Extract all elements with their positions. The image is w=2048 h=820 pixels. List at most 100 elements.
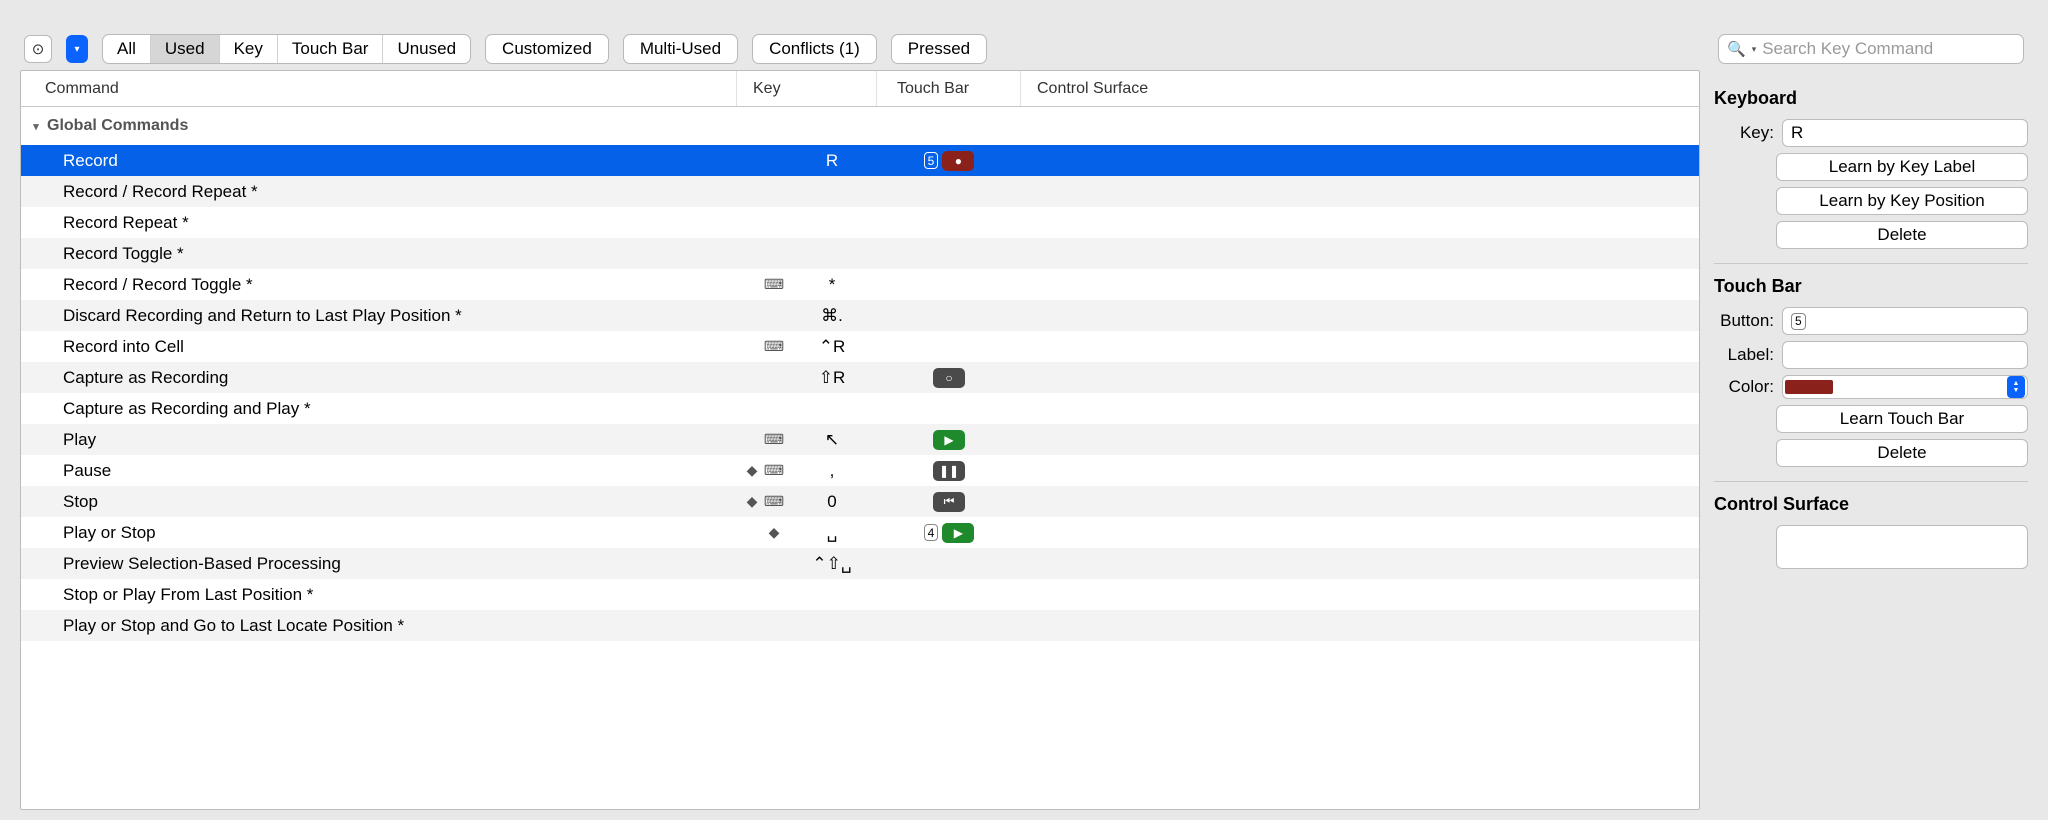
disclosure-triangle-icon[interactable]: ▾	[29, 120, 43, 133]
touchbar-cell: 5●	[877, 151, 1021, 171]
tb-color-field[interactable]: ▲▼	[1782, 375, 2028, 399]
key-value: R	[787, 151, 877, 171]
section-controlsurface-title: Control Surface	[1714, 494, 2028, 515]
keyboard-delete-button[interactable]: Delete	[1776, 221, 2028, 249]
filter-pill-customized[interactable]: Customized	[485, 34, 609, 64]
filter-pill-conflicts-1-[interactable]: Conflicts (1)	[752, 34, 877, 64]
options-menu-icon[interactable]: ⊙	[24, 35, 52, 63]
filter-pill-multi-used[interactable]: Multi-Used	[623, 34, 738, 64]
layers-icon: ◆	[743, 463, 761, 479]
keyboard-icon: ⌨	[765, 432, 783, 448]
key-value: ⌃⇧␣	[787, 554, 877, 574]
command-row[interactable]: Record Repeat *	[21, 207, 1699, 238]
key-indicators: ◆⌨	[737, 494, 787, 510]
touchbar-button-icon: ●	[942, 151, 974, 171]
command-name: Capture as Recording and Play *	[21, 399, 737, 419]
command-row[interactable]: Preview Selection-Based Processing⌃⇧␣	[21, 548, 1699, 579]
key-indicators: ◆⌨	[737, 463, 787, 479]
keyboard-icon: ⌨	[765, 463, 783, 479]
touchbar-cell: ⏮	[877, 492, 1021, 512]
group-header[interactable]: ▾ Global Commands	[21, 107, 1699, 145]
touchbar-button-icon: ○	[933, 368, 965, 388]
touchbar-cell: ❚❚	[877, 461, 1021, 481]
filter-unused[interactable]: Unused	[382, 35, 470, 63]
command-name: Record / Record Repeat *	[21, 182, 737, 202]
touchbar-slot-badge: 4	[924, 524, 939, 541]
learn-by-key-label-button[interactable]: Learn by Key Label	[1776, 153, 2028, 181]
command-row[interactable]: Play or Stop and Go to Last Locate Posit…	[21, 610, 1699, 641]
command-row[interactable]: RecordR5●	[21, 145, 1699, 176]
command-name: Discard Recording and Return to Last Pla…	[21, 306, 737, 326]
command-name: Play or Stop and Go to Last Locate Posit…	[21, 616, 737, 636]
touchbar-cell: ○	[877, 368, 1021, 388]
touchbar-button-icon: ▶	[942, 523, 974, 543]
usage-filter-seg: AllUsedKeyTouch BarUnused	[102, 34, 471, 64]
search-input[interactable]	[1762, 39, 2015, 59]
touchbar-button-icon: ▶	[933, 430, 965, 450]
color-swatch	[1785, 380, 1833, 394]
touchbar-button-icon: ⏮	[933, 492, 965, 512]
command-row[interactable]: Play⌨↖▶	[21, 424, 1699, 455]
tb-button-field[interactable]: 5	[1782, 307, 2028, 335]
tb-color-label: Color:	[1714, 377, 1782, 397]
key-value: 0	[787, 492, 877, 512]
dropdown-button[interactable]: ▾	[66, 35, 88, 63]
commands-table: Command Key Touch Bar Control Surface ▾ …	[20, 70, 1700, 810]
command-row[interactable]: Pause◆⌨,❚❚	[21, 455, 1699, 486]
filter-touch-bar[interactable]: Touch Bar	[277, 35, 383, 63]
key-value: ␣	[787, 523, 877, 543]
inspector-panel: Keyboard Key: Learn by Key Label Learn b…	[1714, 70, 2028, 810]
touchbar-slot-badge: 5	[924, 152, 939, 169]
command-name: Record / Record Toggle *	[21, 275, 737, 295]
touchbar-cell: ▶	[877, 430, 1021, 450]
touchbar-delete-button[interactable]: Delete	[1776, 439, 2028, 467]
controlsurface-assignment-box[interactable]	[1776, 525, 2028, 569]
command-row[interactable]: Stop or Play From Last Position *	[21, 579, 1699, 610]
color-stepper-icon[interactable]: ▲▼	[2007, 376, 2025, 398]
filter-pill-pressed[interactable]: Pressed	[891, 34, 987, 64]
col-controlsurface[interactable]: Control Surface	[1021, 71, 1699, 106]
filter-key[interactable]: Key	[219, 35, 277, 63]
tb-label-input[interactable]	[1782, 341, 2028, 369]
key-value: ⌃R	[787, 337, 877, 357]
keyboard-icon: ⌨	[765, 339, 783, 355]
command-row[interactable]: Record into Cell ⌨⌃R	[21, 331, 1699, 362]
command-name: Play or Stop	[21, 523, 737, 543]
layers-icon: ◆	[765, 525, 783, 541]
col-command[interactable]: Command	[21, 71, 737, 106]
learn-touch-bar-button[interactable]: Learn Touch Bar	[1776, 405, 2028, 433]
col-key[interactable]: Key	[737, 71, 877, 106]
command-row[interactable]: Record / Record Toggle *⌨*	[21, 269, 1699, 300]
search-icon: 🔍	[1727, 40, 1746, 58]
command-row[interactable]: Stop◆⌨0 ⏮	[21, 486, 1699, 517]
command-name: Stop	[21, 492, 737, 512]
key-value: ⇧R	[787, 368, 877, 388]
key-label: Key:	[1714, 123, 1782, 143]
filter-all[interactable]: All	[103, 35, 150, 63]
key-input[interactable]	[1782, 119, 2028, 147]
tb-button-badge: 5	[1791, 313, 1806, 330]
filter-used[interactable]: Used	[150, 35, 219, 63]
command-row[interactable]: Record / Record Repeat *	[21, 176, 1699, 207]
group-title: Global Commands	[47, 117, 188, 135]
tb-button-label: Button:	[1714, 311, 1782, 331]
col-touchbar[interactable]: Touch Bar	[877, 71, 1021, 106]
key-indicators: ⌨	[737, 432, 787, 448]
key-indicators: ◆	[737, 525, 787, 541]
keyboard-icon: ⌨	[765, 277, 783, 293]
command-name: Record into Cell	[21, 337, 737, 357]
command-row[interactable]: Capture as Recording and Play *	[21, 393, 1699, 424]
tb-label-label: Label:	[1714, 345, 1782, 365]
command-row[interactable]: Discard Recording and Return to Last Pla…	[21, 300, 1699, 331]
section-touchbar-title: Touch Bar	[1714, 276, 2028, 297]
key-value: ,	[787, 461, 877, 481]
command-row[interactable]: Play or Stop◆␣4▶	[21, 517, 1699, 548]
section-keyboard-title: Keyboard	[1714, 88, 2028, 109]
keyboard-icon: ⌨	[765, 494, 783, 510]
search-field[interactable]: 🔍 ▾	[1718, 34, 2024, 64]
learn-by-key-position-button[interactable]: Learn by Key Position	[1776, 187, 2028, 215]
command-row[interactable]: Record Toggle *	[21, 238, 1699, 269]
command-row[interactable]: Capture as Recording⇧R○	[21, 362, 1699, 393]
search-scope-icon: ▾	[1752, 44, 1757, 55]
touchbar-cell: 4▶	[877, 523, 1021, 543]
